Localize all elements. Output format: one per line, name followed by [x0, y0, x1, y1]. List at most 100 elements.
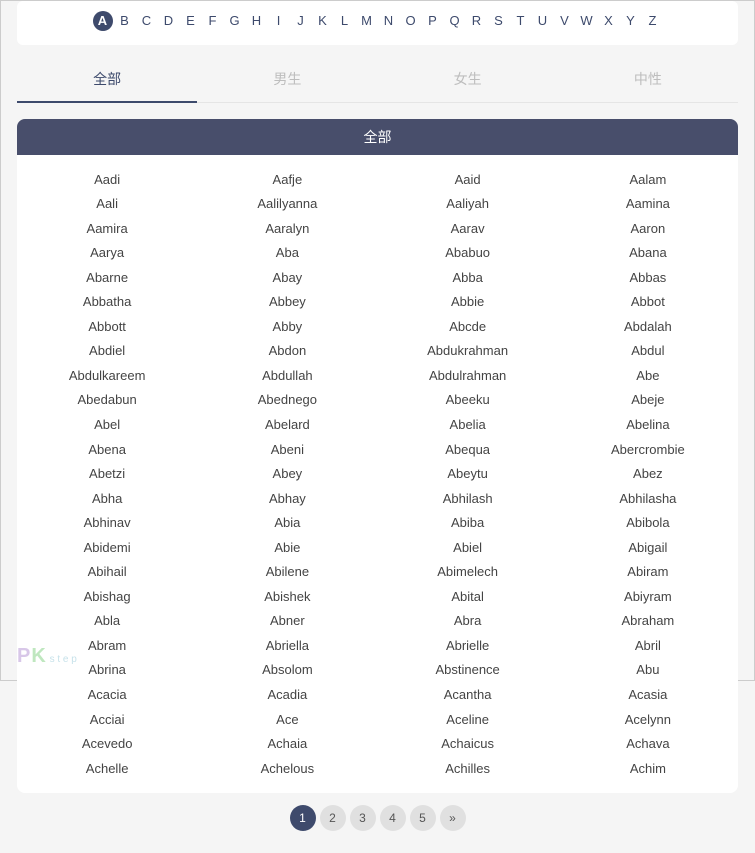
- name-link[interactable]: Abhay: [197, 486, 377, 511]
- name-link[interactable]: Abilene: [197, 560, 377, 585]
- name-link[interactable]: Abner: [197, 609, 377, 634]
- name-link[interactable]: Achelle: [17, 756, 197, 781]
- name-link[interactable]: Abiyram: [558, 584, 738, 609]
- name-link[interactable]: Achaia: [197, 732, 377, 757]
- alpha-letter-e[interactable]: E: [181, 11, 201, 31]
- name-link[interactable]: Aamira: [17, 216, 197, 241]
- name-link[interactable]: Abbie: [378, 290, 558, 315]
- name-link[interactable]: Abeytu: [378, 462, 558, 487]
- name-link[interactable]: Abril: [558, 633, 738, 658]
- name-link[interactable]: Aaid: [378, 167, 558, 192]
- name-link[interactable]: Abena: [17, 437, 197, 462]
- name-link[interactable]: Abcde: [378, 314, 558, 339]
- name-link[interactable]: Achilles: [378, 756, 558, 781]
- name-link[interactable]: Abeni: [197, 437, 377, 462]
- name-link[interactable]: Abbott: [17, 314, 197, 339]
- alpha-letter-l[interactable]: L: [335, 11, 355, 31]
- alpha-letter-g[interactable]: G: [225, 11, 245, 31]
- name-link[interactable]: Abez: [558, 462, 738, 487]
- name-link[interactable]: Abishag: [17, 584, 197, 609]
- name-link[interactable]: Aaralyn: [197, 216, 377, 241]
- name-link[interactable]: Achava: [558, 732, 738, 757]
- name-link[interactable]: Aali: [17, 192, 197, 217]
- name-link[interactable]: Acciai: [17, 707, 197, 732]
- name-link[interactable]: Aadi: [17, 167, 197, 192]
- name-link[interactable]: Aafje: [197, 167, 377, 192]
- tab-female[interactable]: 女生: [378, 57, 558, 103]
- name-link[interactable]: Achelous: [197, 756, 377, 781]
- name-link[interactable]: Abdalah: [558, 314, 738, 339]
- alpha-letter-z[interactable]: Z: [643, 11, 663, 31]
- name-link[interactable]: Abedabun: [17, 388, 197, 413]
- name-link[interactable]: Abriella: [197, 633, 377, 658]
- alpha-letter-d[interactable]: D: [159, 11, 179, 31]
- name-link[interactable]: Abibola: [558, 511, 738, 536]
- name-link[interactable]: Abetzi: [17, 462, 197, 487]
- alpha-letter-u[interactable]: U: [533, 11, 553, 31]
- alpha-letter-p[interactable]: P: [423, 11, 443, 31]
- name-link[interactable]: Acacia: [17, 682, 197, 707]
- name-link[interactable]: Abbot: [558, 290, 738, 315]
- name-link[interactable]: Abiba: [378, 511, 558, 536]
- name-link[interactable]: Abishek: [197, 584, 377, 609]
- alpha-letter-k[interactable]: K: [313, 11, 333, 31]
- page-button-1[interactable]: 1: [290, 805, 316, 831]
- alpha-letter-q[interactable]: Q: [445, 11, 465, 31]
- name-link[interactable]: Abdullah: [197, 363, 377, 388]
- name-link[interactable]: Aarav: [378, 216, 558, 241]
- name-link[interactable]: Aalam: [558, 167, 738, 192]
- name-link[interactable]: Achaicus: [378, 732, 558, 757]
- page-button-4[interactable]: 4: [380, 805, 406, 831]
- alpha-letter-t[interactable]: T: [511, 11, 531, 31]
- name-link[interactable]: Abe: [558, 363, 738, 388]
- name-link[interactable]: Abay: [197, 265, 377, 290]
- name-link[interactable]: Abu: [558, 658, 738, 683]
- name-link[interactable]: Abdulkareem: [17, 363, 197, 388]
- name-link[interactable]: Abbey: [197, 290, 377, 315]
- name-link[interactable]: Acantha: [378, 682, 558, 707]
- name-link[interactable]: Abdon: [197, 339, 377, 364]
- name-link[interactable]: Abeeku: [378, 388, 558, 413]
- name-link[interactable]: Abdulrahman: [378, 363, 558, 388]
- name-link[interactable]: Abital: [378, 584, 558, 609]
- name-link[interactable]: Aba: [197, 241, 377, 266]
- name-link[interactable]: Abey: [197, 462, 377, 487]
- name-link[interactable]: Abimelech: [378, 560, 558, 585]
- name-link[interactable]: Abeje: [558, 388, 738, 413]
- alpha-letter-n[interactable]: N: [379, 11, 399, 31]
- name-link[interactable]: Abana: [558, 241, 738, 266]
- name-link[interactable]: Achim: [558, 756, 738, 781]
- name-link[interactable]: Abraham: [558, 609, 738, 634]
- name-link[interactable]: Acevedo: [17, 732, 197, 757]
- name-link[interactable]: Abha: [17, 486, 197, 511]
- name-link[interactable]: Abby: [197, 314, 377, 339]
- name-link[interactable]: Abbas: [558, 265, 738, 290]
- name-link[interactable]: Acelynn: [558, 707, 738, 732]
- page-next-button[interactable]: »: [440, 805, 466, 831]
- name-link[interactable]: Abdukrahman: [378, 339, 558, 364]
- alpha-letter-j[interactable]: J: [291, 11, 311, 31]
- page-button-5[interactable]: 5: [410, 805, 436, 831]
- name-link[interactable]: Abie: [197, 535, 377, 560]
- name-link[interactable]: Acasia: [558, 682, 738, 707]
- name-link[interactable]: Abstinence: [378, 658, 558, 683]
- name-link[interactable]: Abercrombie: [558, 437, 738, 462]
- alpha-letter-v[interactable]: V: [555, 11, 575, 31]
- alpha-letter-y[interactable]: Y: [621, 11, 641, 31]
- alpha-letter-f[interactable]: F: [203, 11, 223, 31]
- alpha-letter-a[interactable]: A: [93, 11, 113, 31]
- name-link[interactable]: Abdul: [558, 339, 738, 364]
- name-link[interactable]: Ace: [197, 707, 377, 732]
- name-link[interactable]: Abelard: [197, 412, 377, 437]
- name-link[interactable]: Ababuo: [378, 241, 558, 266]
- name-link[interactable]: Abdiel: [17, 339, 197, 364]
- name-link[interactable]: Abbatha: [17, 290, 197, 315]
- name-link[interactable]: Abla: [17, 609, 197, 634]
- name-link[interactable]: Abequa: [378, 437, 558, 462]
- name-link[interactable]: Abelina: [558, 412, 738, 437]
- name-link[interactable]: Abelia: [378, 412, 558, 437]
- name-link[interactable]: Abhilash: [378, 486, 558, 511]
- alpha-letter-x[interactable]: X: [599, 11, 619, 31]
- name-link[interactable]: Abigail: [558, 535, 738, 560]
- alpha-letter-w[interactable]: W: [577, 11, 597, 31]
